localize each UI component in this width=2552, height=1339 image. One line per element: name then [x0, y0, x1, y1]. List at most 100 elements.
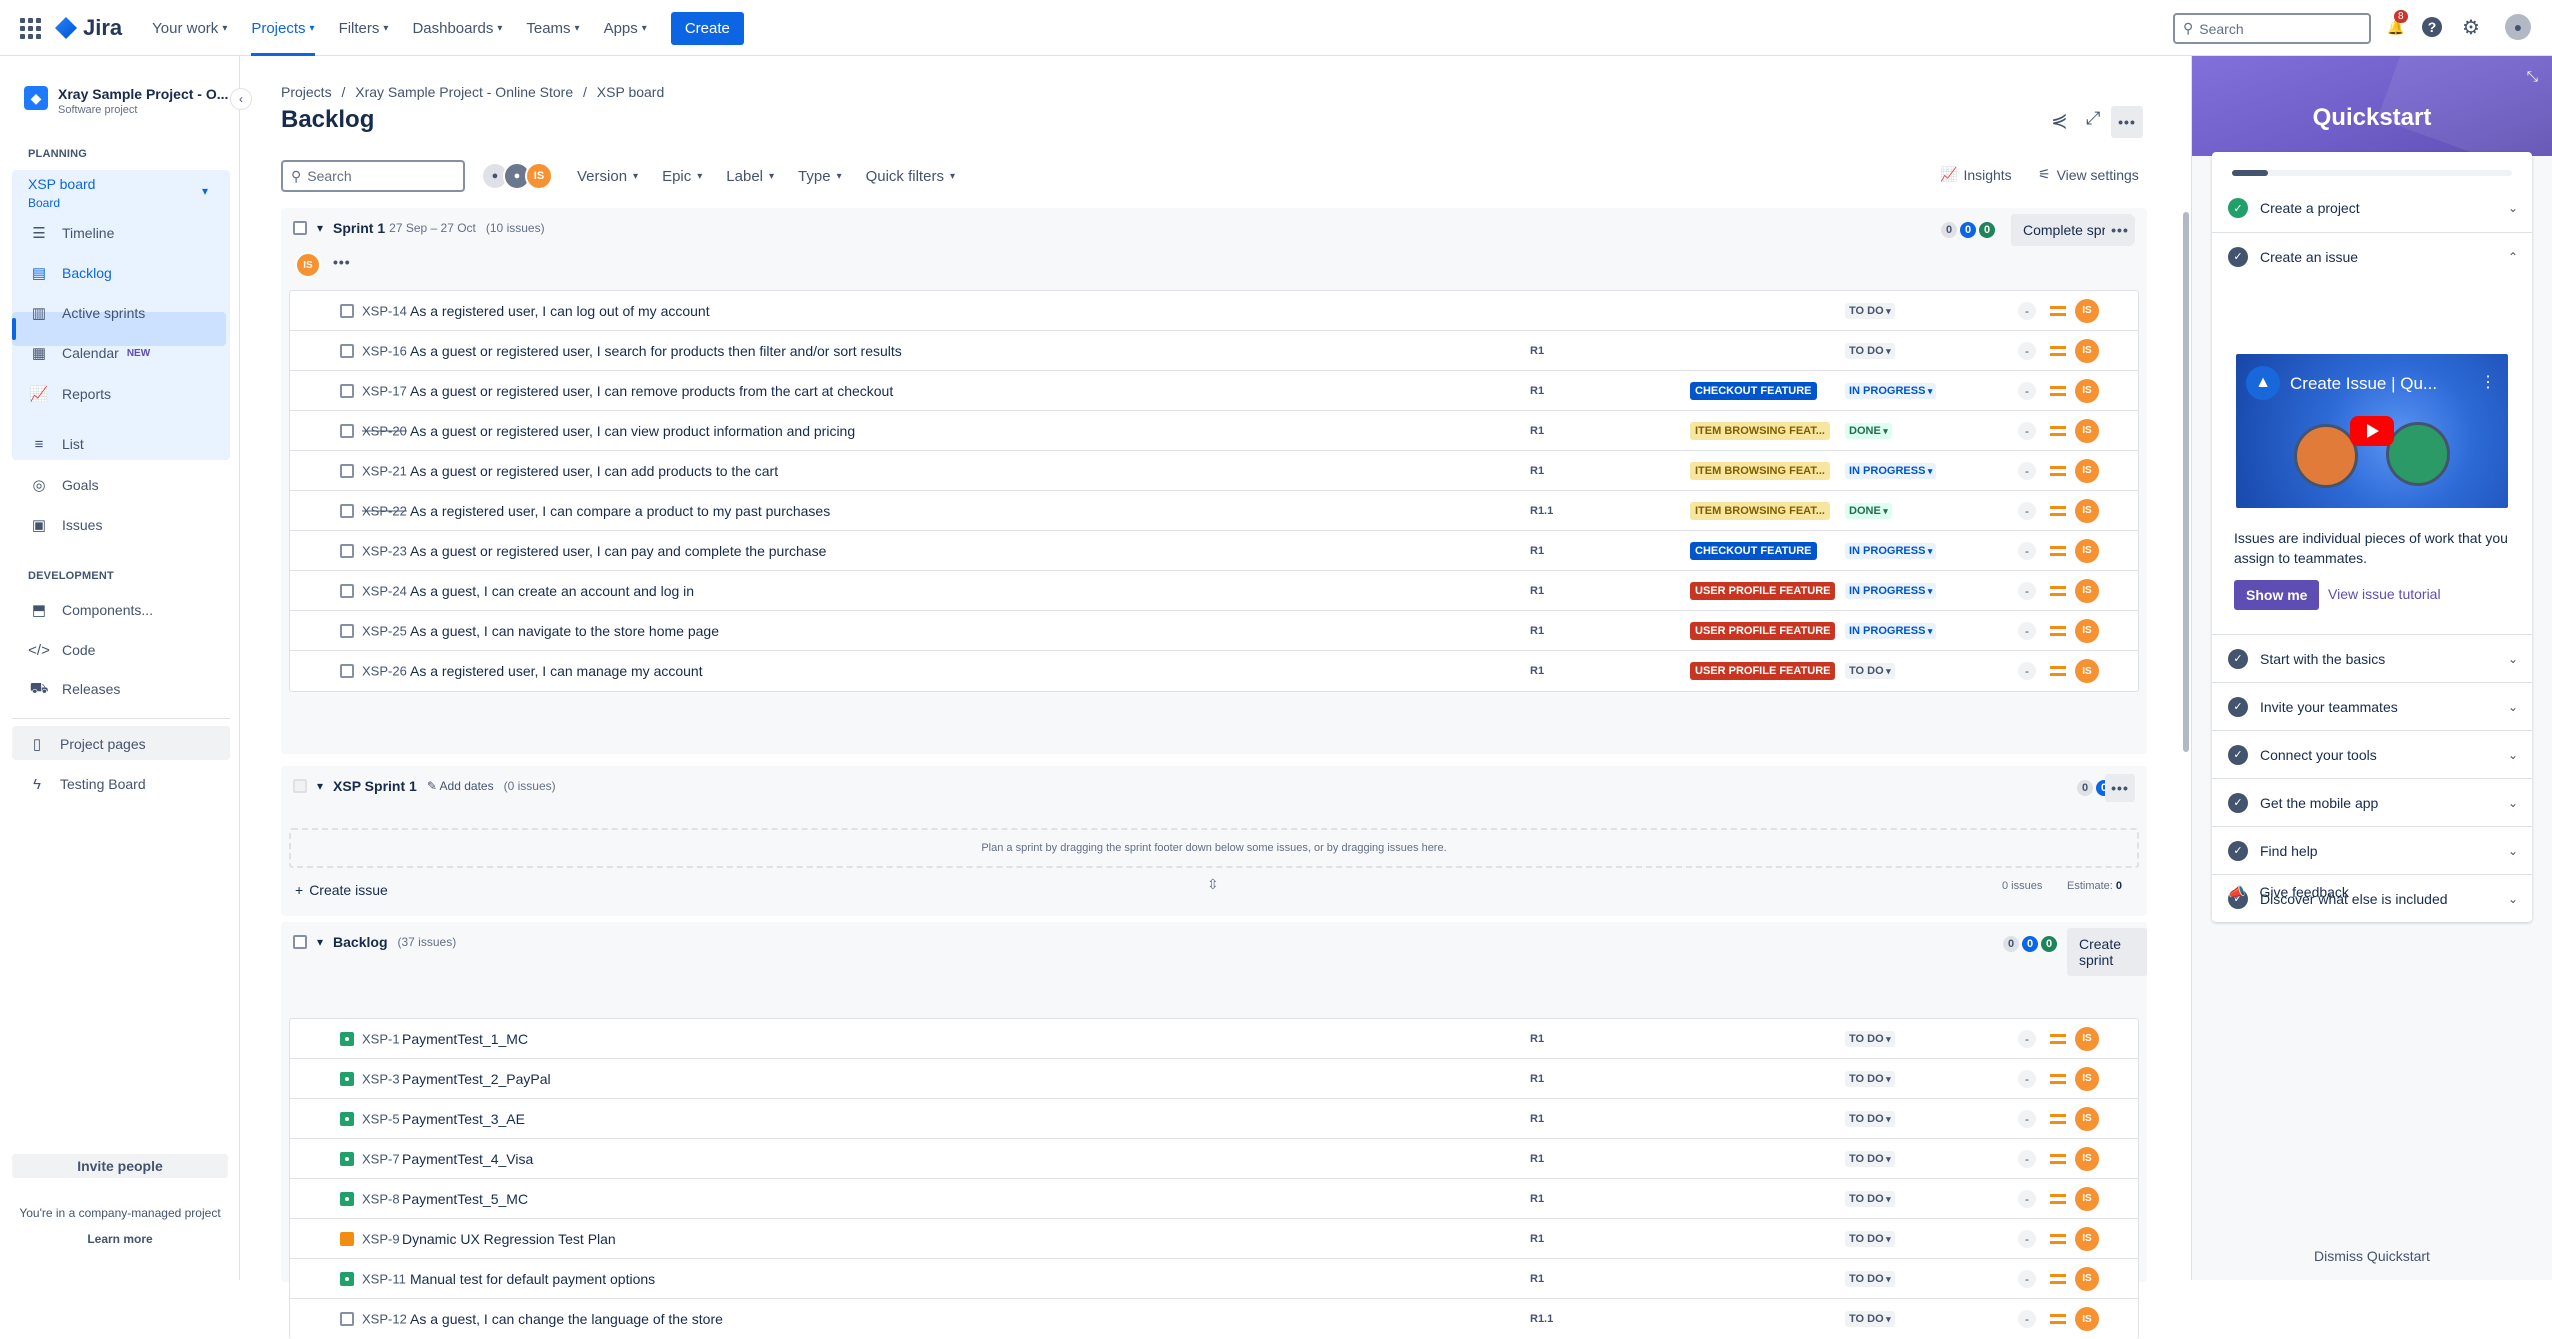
table-row[interactable]: XSP-1 PaymentTest_1_MC R1 TO DO ▾ - IS — [290, 1019, 2138, 1059]
status-dropdown[interactable]: IN PROGRESS ▾ — [1845, 582, 1937, 599]
chevron-down-icon[interactable]: ▾ — [317, 779, 323, 793]
epic-badge[interactable]: ITEM BROWSING FEAT... — [1690, 461, 1830, 480]
chevron-down-icon[interactable]: ▾ — [317, 935, 323, 949]
sidebar-item-components[interactable]: ⬒ Components... — [30, 601, 153, 619]
issue-summary[interactable]: PaymentTest_5_MC — [402, 1191, 528, 1207]
invite-people-button[interactable]: Invite people — [12, 1154, 228, 1178]
estimate-placeholder[interactable]: - — [2018, 1189, 2036, 1208]
sprint-checkbox[interactable] — [293, 221, 307, 235]
settings-gear-icon[interactable]: ⚙ — [2460, 16, 2482, 39]
create-sprint-button[interactable]: Create sprint — [2067, 928, 2147, 976]
status-dropdown[interactable]: DONE ▾ — [1845, 422, 1892, 439]
qs-item-create-project[interactable]: ✓ Create a project ⌄ — [2212, 184, 2532, 232]
fullscreen-icon[interactable]: ⤢ — [2086, 108, 2100, 129]
status-dropdown[interactable]: TO DO ▾ — [1845, 1070, 1895, 1087]
qs-item-invite[interactable]: ✓ Invite your teammates ⌄ — [2212, 682, 2532, 730]
status-dropdown[interactable]: IN PROGRESS ▾ — [1845, 462, 1937, 479]
give-feedback-button[interactable]: 📣 Give feedback — [2228, 884, 2349, 901]
nav-projects[interactable]: Projects ▾ — [251, 0, 315, 56]
quick-filters[interactable]: Quick filters ▾ — [866, 168, 955, 185]
sidebar-item-calendar[interactable]: ▦ Calendar NEW — [30, 344, 150, 362]
qs-item-tools[interactable]: ✓ Connect your tools ⌄ — [2212, 730, 2532, 778]
issue-key[interactable]: XSP-14 — [362, 303, 407, 318]
sidebar-item-project-pages[interactable]: ▯ Project pages — [28, 735, 146, 753]
issue-key[interactable]: XSP-24 — [362, 583, 407, 598]
issue-summary[interactable]: As a registered user, I can compare a pr… — [410, 503, 830, 519]
assignee-avatar[interactable]: IS — [2075, 1186, 2099, 1211]
epic-badge[interactable]: USER PROFILE FEATURE — [1690, 621, 1836, 640]
estimate-placeholder[interactable]: - — [2018, 662, 2036, 680]
issue-key[interactable]: XSP-12 — [362, 1312, 407, 1327]
status-dropdown[interactable]: TO DO ▾ — [1845, 663, 1895, 679]
issue-key[interactable]: XSP-25 — [362, 623, 407, 638]
type-filter[interactable]: Type ▾ — [798, 168, 842, 185]
status-dropdown[interactable]: TO DO ▾ — [1845, 1230, 1895, 1247]
table-row[interactable]: XSP-3 PaymentTest_2_PayPal R1 TO DO ▾ - IS — [290, 1059, 2138, 1099]
user-avatar-initials[interactable]: IS — [525, 162, 553, 190]
table-row[interactable]: XSP-21 As a guest or registered user, I c… — [290, 451, 2138, 491]
sidebar-item-code[interactable]: </> Code — [28, 641, 95, 659]
issue-summary[interactable]: PaymentTest_4_Visa — [402, 1151, 533, 1167]
chevron-down-icon[interactable]: ▾ — [317, 221, 323, 235]
assignee-avatar[interactable]: IS — [2075, 538, 2099, 563]
sidebar-item-reports[interactable]: 📈 Reports — [30, 385, 111, 403]
assignee-avatar[interactable]: IS — [2075, 1066, 2099, 1091]
estimate-placeholder[interactable]: - — [2018, 1269, 2036, 1288]
sidebar-item-backlog[interactable]: ▤ Backlog — [30, 264, 112, 282]
project-header[interactable]: ◆ Xray Sample Project - O... Software pr… — [24, 86, 228, 116]
assignee-avatar[interactable]: IS — [2075, 458, 2099, 483]
drag-handle-icon[interactable]: ⇳ — [1207, 876, 1219, 893]
assignee-avatar[interactable]: IS — [2075, 1026, 2099, 1051]
status-dropdown[interactable]: TO DO ▾ — [1845, 1311, 1895, 1327]
qs-item-basics[interactable]: ✓ Start with the basics ⌄ — [2212, 634, 2532, 682]
assignee-avatar[interactable]: IS — [2075, 1307, 2099, 1331]
assignee-avatar[interactable]: IS — [2075, 298, 2099, 323]
issue-summary[interactable]: As a registered user, I can log out of m… — [410, 303, 710, 319]
breadcrumb-project[interactable]: Xray Sample Project - Online Store — [355, 84, 573, 100]
estimate-placeholder[interactable]: - — [2018, 301, 2036, 320]
assignee-avatar[interactable]: IS — [2075, 659, 2099, 683]
table-row[interactable]: XSP-9 Dynamic UX Regression Test Plan R1 TO… — [290, 1219, 2138, 1259]
issue-key[interactable]: XSP-22 — [362, 503, 407, 518]
sprint-empty-dropzone[interactable]: Plan a sprint by dragging the sprint foo… — [289, 828, 2139, 868]
table-row[interactable]: XSP-22 As a registered user, I can compar… — [290, 491, 2138, 531]
version-filter[interactable]: Version ▾ — [577, 168, 638, 185]
add-dates-link[interactable]: ✎ Add dates — [427, 779, 494, 793]
table-row[interactable]: XSP-14 As a registered user, I can log ou… — [290, 291, 2138, 331]
status-dropdown[interactable]: IN PROGRESS ▾ — [1845, 542, 1937, 559]
assignee-avatar[interactable]: IS — [2075, 1266, 2099, 1291]
table-row[interactable]: XSP-26 As a registered user, I can manage… — [290, 651, 2138, 691]
table-row[interactable]: XSP-20 As a guest or registered user, I c… — [290, 411, 2138, 451]
view-settings-button[interactable]: ⚟ View settings — [2026, 158, 2151, 191]
status-dropdown[interactable]: IN PROGRESS ▾ — [1845, 382, 1937, 399]
sprint-more-icon[interactable]: ••• — [2105, 216, 2135, 244]
table-row[interactable]: XSP-23 As a guest or registered user, I c… — [290, 531, 2138, 571]
show-me-button[interactable]: Show me — [2234, 580, 2320, 610]
sidebar-item-goals[interactable]: ◎ Goals — [30, 476, 98, 494]
table-row[interactable]: XSP-5 PaymentTest_3_AE R1 TO DO ▾ - IS — [290, 1099, 2138, 1139]
board-selector[interactable]: XSP board — [28, 176, 95, 192]
assignee-avatar[interactable]: IS — [2075, 618, 2099, 643]
assignee-avatar[interactable]: IS — [2075, 378, 2099, 403]
more-icon[interactable]: ••• — [333, 254, 351, 270]
sprint-checkbox[interactable] — [293, 779, 307, 793]
create-button[interactable]: Create — [670, 11, 744, 45]
estimate-placeholder[interactable]: - — [2018, 1229, 2036, 1248]
table-row[interactable]: XSP-11 Manual test for default payment op… — [290, 1259, 2138, 1299]
table-row[interactable]: XSP-17 As a guest or registered user, I c… — [290, 371, 2138, 411]
estimate-placeholder[interactable]: - — [2018, 1069, 2036, 1088]
backlog-search-input[interactable]: ⚲ Search — [281, 160, 465, 192]
issue-summary[interactable]: As a guest or registered user, I can pay… — [410, 543, 826, 559]
table-row[interactable]: XSP-16 As a guest or registered user, I s… — [290, 331, 2138, 371]
breadcrumb-board[interactable]: XSP board — [597, 84, 664, 100]
issue-key[interactable]: XSP-7 — [362, 1151, 400, 1166]
more-actions-icon[interactable]: ••• — [2111, 106, 2143, 138]
table-row[interactable]: XSP-12 As a guest, I can change the langu… — [290, 1299, 2138, 1339]
backlog-checkbox[interactable] — [293, 935, 307, 949]
status-dropdown[interactable]: TO DO ▾ — [1845, 1030, 1895, 1047]
breadcrumb-projects[interactable]: Projects — [281, 84, 332, 100]
assignee-avatar[interactable]: IS — [2075, 1226, 2099, 1251]
jira-logo[interactable]: Jira — [55, 15, 122, 41]
dismiss-quickstart-button[interactable]: Dismiss Quickstart — [2192, 1248, 2552, 1264]
issue-summary[interactable]: As a guest, I can navigate to the store … — [410, 623, 719, 639]
